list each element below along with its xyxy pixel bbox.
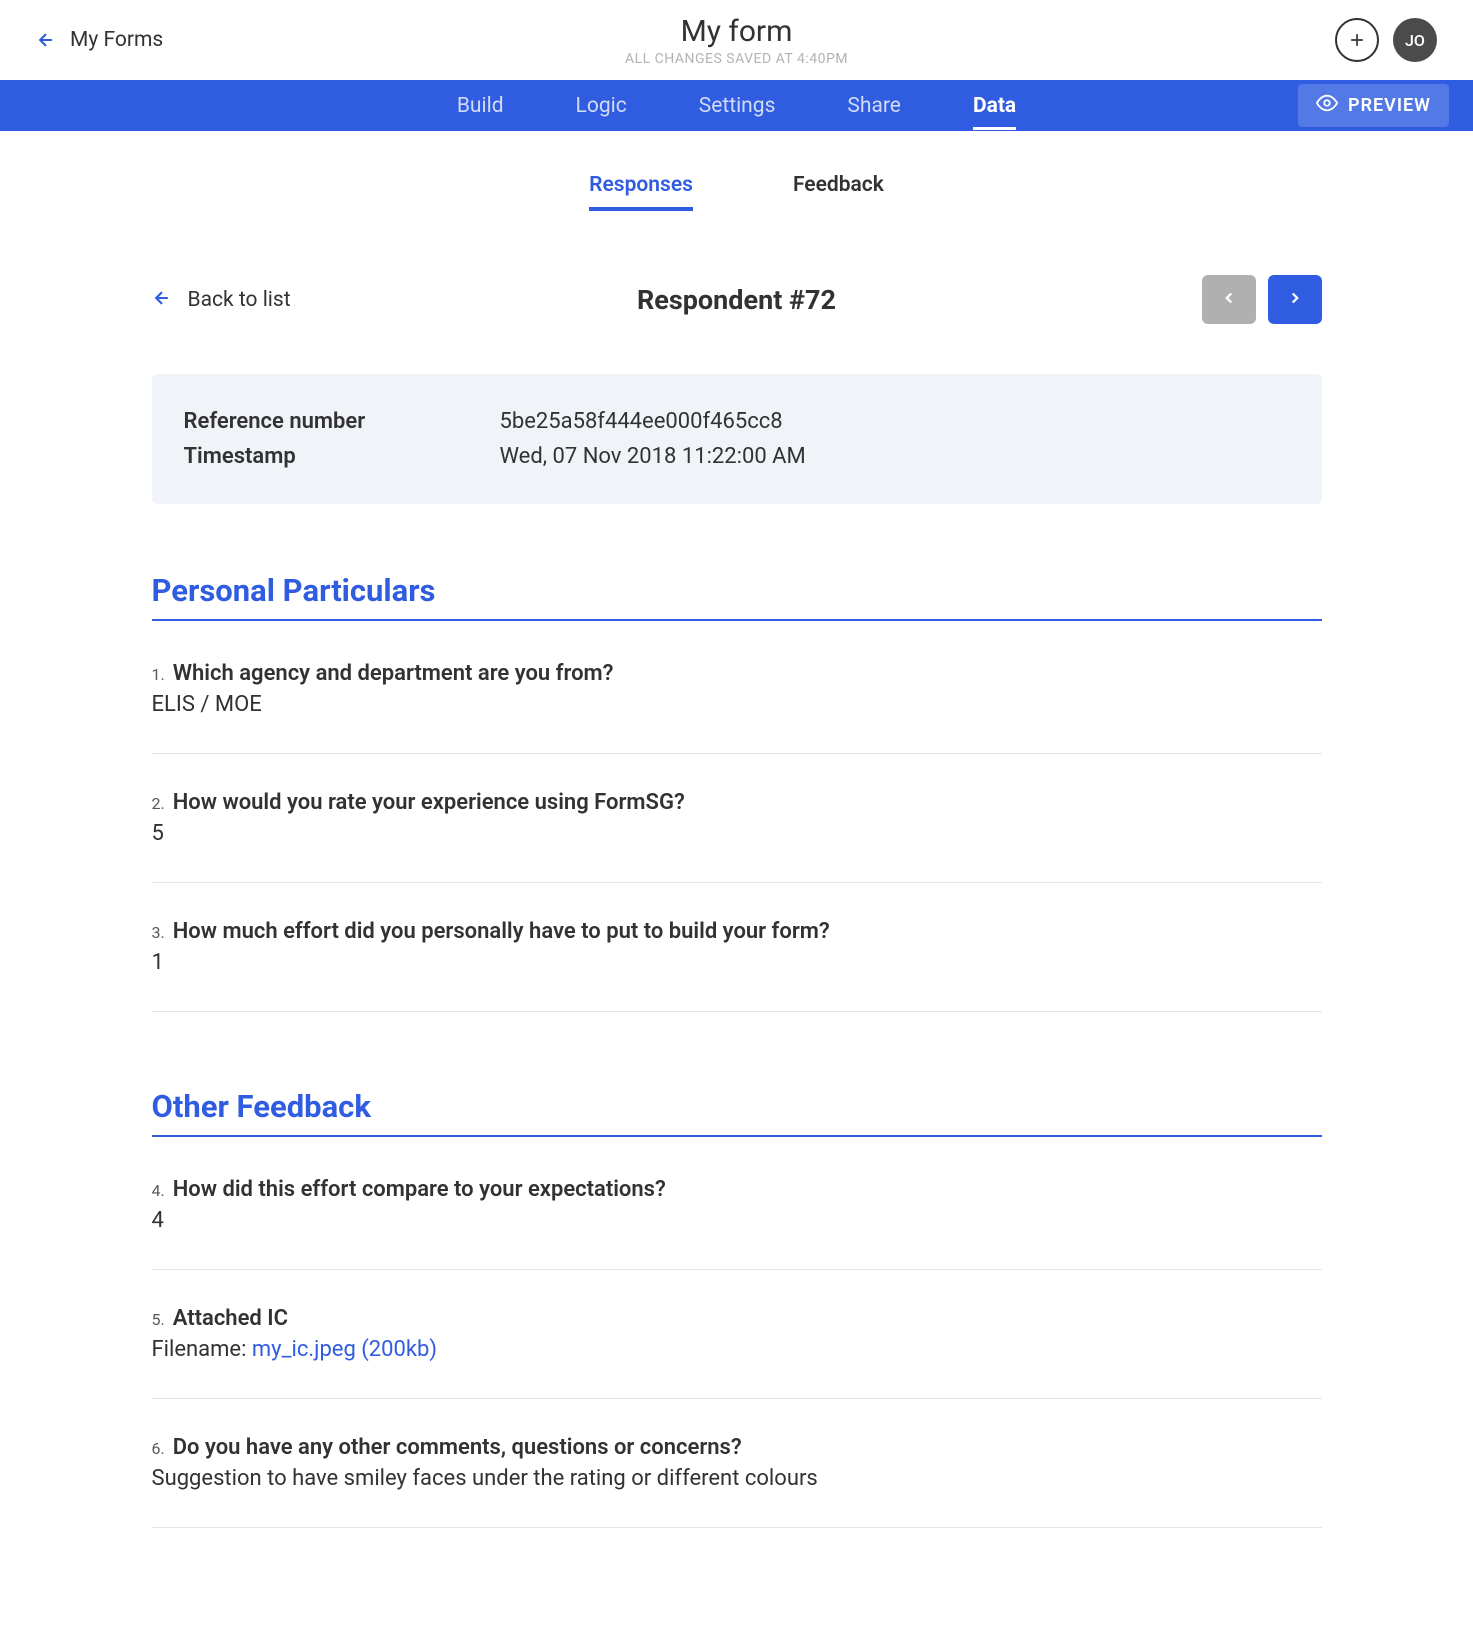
question-number: 3. (152, 923, 165, 942)
section-title-personal: Personal Particulars (152, 572, 1322, 621)
avatar-initials: JO (1405, 31, 1425, 50)
question-block: 3. How much effort did you personally ha… (152, 919, 1322, 1012)
my-forms-link[interactable]: My Forms (70, 28, 163, 52)
arrow-left-icon (152, 288, 172, 312)
prev-button[interactable] (1202, 275, 1256, 324)
sub-tab-responses[interactable]: Responses (589, 173, 693, 211)
filename-label: Filename: (152, 1337, 252, 1362)
chevron-right-icon (1286, 289, 1304, 311)
tab-share[interactable]: Share (847, 82, 901, 130)
nav-bar: Build Logic Settings Share Data PREVIEW (0, 80, 1473, 131)
question-block: 2. How would you rate your experience us… (152, 790, 1322, 883)
add-button[interactable] (1335, 18, 1379, 62)
eye-icon (1316, 92, 1338, 119)
tab-build[interactable]: Build (457, 82, 504, 130)
reference-label: Reference number (184, 404, 500, 439)
question-text: Which agency and department are you from… (173, 661, 614, 686)
timestamp-value: Wed, 07 Nov 2018 11:22:00 AM (500, 439, 806, 474)
header-right: JO (1335, 18, 1437, 62)
question-block: 6. Do you have any other comments, quest… (152, 1435, 1322, 1528)
save-status: All changes saved at 4:40pm (625, 51, 848, 67)
avatar[interactable]: JO (1393, 18, 1437, 62)
sub-tabs: Responses Feedback (0, 131, 1473, 219)
question-text: Do you have any other comments, question… (173, 1435, 742, 1460)
back-arrow-icon[interactable] (36, 30, 56, 50)
back-to-list-label: Back to list (188, 288, 291, 312)
question-number: 2. (152, 794, 165, 813)
question-block: 5. Attached IC Filename: my_ic.jpeg (200… (152, 1306, 1322, 1399)
next-button[interactable] (1268, 275, 1322, 324)
respondent-title: Respondent #72 (637, 284, 836, 316)
answer-text: Suggestion to have smiley faces under th… (152, 1466, 1322, 1491)
respondent-header: Back to list Respondent #72 (152, 275, 1322, 324)
answer-text: ELIS / MOE (152, 692, 1322, 717)
sub-tab-feedback[interactable]: Feedback (793, 173, 884, 211)
tab-data[interactable]: Data (973, 82, 1016, 130)
nav-tabs: Build Logic Settings Share Data (457, 82, 1016, 130)
question-number: 4. (152, 1181, 165, 1200)
question-text: How would you rate your experience using… (173, 790, 685, 815)
tab-logic[interactable]: Logic (576, 82, 627, 130)
meta-row-timestamp: Timestamp Wed, 07 Nov 2018 11:22:00 AM (184, 439, 1290, 474)
top-header: My Forms My form All changes saved at 4:… (0, 0, 1473, 80)
header-left: My Forms (36, 28, 163, 52)
meta-box: Reference number 5be25a58f444ee000f465cc… (152, 374, 1322, 504)
chevron-left-icon (1220, 289, 1238, 311)
timestamp-label: Timestamp (184, 439, 500, 474)
question-number: 1. (152, 665, 165, 684)
filename-link[interactable]: my_ic.jpeg (200kb) (252, 1337, 437, 1362)
answer-text: 5 (152, 821, 1322, 846)
back-to-list-button[interactable]: Back to list (152, 288, 291, 312)
question-number: 5. (152, 1310, 165, 1329)
question-text: How much effort did you personally have … (173, 919, 830, 944)
question-text: How did this effort compare to your expe… (173, 1177, 666, 1202)
meta-row-reference: Reference number 5be25a58f444ee000f465cc… (184, 404, 1290, 439)
form-title: My form (625, 14, 848, 49)
question-block: 4. How did this effort compare to your e… (152, 1177, 1322, 1270)
header-center: My form All changes saved at 4:40pm (625, 14, 848, 67)
question-block: 1. Which agency and department are you f… (152, 661, 1322, 754)
preview-button[interactable]: PREVIEW (1298, 84, 1449, 127)
answer-text: 4 (152, 1208, 1322, 1233)
pagination (1202, 275, 1322, 324)
question-number: 6. (152, 1439, 165, 1458)
section-title-other: Other Feedback (152, 1088, 1322, 1137)
question-text: Attached IC (173, 1306, 288, 1331)
content: Back to list Respondent #72 Reference nu… (152, 219, 1322, 1644)
reference-value: 5be25a58f444ee000f465cc8 (500, 404, 783, 439)
preview-label: PREVIEW (1348, 95, 1431, 116)
answer-filename: Filename: my_ic.jpeg (200kb) (152, 1337, 1322, 1362)
answer-text: 1 (152, 950, 1322, 975)
tab-settings[interactable]: Settings (699, 82, 776, 130)
